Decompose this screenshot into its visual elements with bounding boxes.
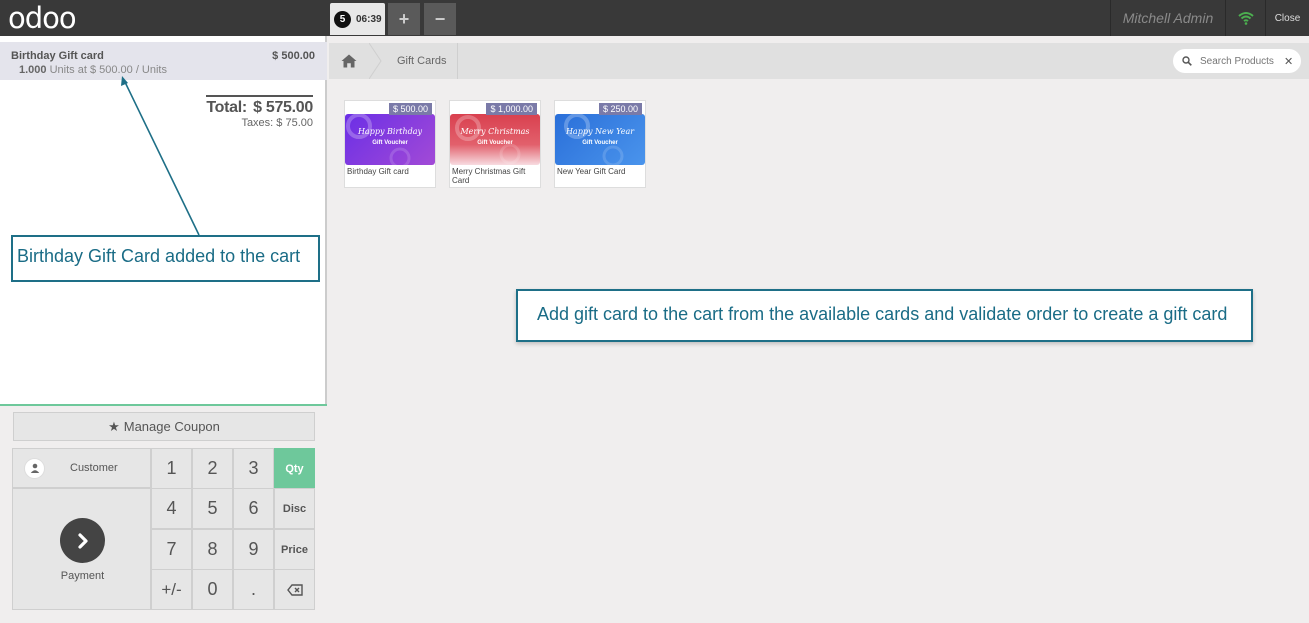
home-icon[interactable] [329, 43, 369, 79]
breadcrumb-gift-cards[interactable]: Gift Cards [383, 43, 458, 79]
order-tab[interactable]: 5 06:39 [330, 3, 385, 35]
annotation-callout-cart: Birthday Gift Card added to the cart [11, 235, 320, 282]
key-4[interactable]: 4 [151, 488, 192, 529]
wifi-icon[interactable] [1225, 0, 1265, 36]
user-icon [24, 457, 45, 479]
customer-label: Customer [70, 462, 118, 474]
manage-coupon-label: Manage Coupon [123, 419, 220, 434]
customer-button[interactable]: Customer [12, 448, 151, 488]
clear-search-icon[interactable]: ✕ [1284, 55, 1293, 68]
key-9[interactable]: 9 [233, 529, 274, 570]
product-name: New Year Gift Card [557, 167, 626, 176]
category-bar: Gift Cards ✕ [329, 43, 1309, 79]
order-time: 06:39 [356, 13, 382, 25]
qty-mode-button[interactable]: Qty [274, 448, 315, 489]
product-price: $ 250.00 [598, 103, 642, 115]
key-plus-minus[interactable]: +/- [151, 569, 192, 610]
disc-mode-button[interactable]: Disc [274, 488, 315, 529]
payment-button[interactable]: Payment [12, 488, 151, 610]
product-card[interactable]: $ 250.00 Happy New Year Gift Voucher New… [554, 100, 646, 188]
key-8[interactable]: 8 [192, 529, 233, 570]
user-name: Mitchell Admin [1110, 0, 1225, 36]
breadcrumb-separator [369, 43, 382, 79]
voucher-title: Happy New Year [565, 127, 635, 136]
control-panel: ★ Manage Coupon Customer Payment 1 2 3 Q… [0, 406, 327, 623]
top-bar: odoo 5 06:39 + − Mitchell Admin Close [0, 0, 1309, 36]
key-0[interactable]: 0 [192, 569, 233, 610]
product-image: Merry Christmas Gift Voucher [450, 114, 540, 165]
product-image: Happy Birthday Gift Voucher [345, 114, 435, 165]
order-number: 5 [334, 10, 351, 28]
numpad: Customer Payment 1 2 3 Qty 4 5 6 Disc 7 … [12, 448, 315, 610]
search-icon [1182, 56, 1192, 66]
backspace-icon [286, 583, 303, 596]
manage-coupon-button[interactable]: ★ Manage Coupon [13, 412, 315, 441]
order-line-price: $ 500.00 [272, 50, 315, 62]
product-card[interactable]: $ 500.00 Happy Birthday Gift Voucher Bir… [344, 100, 436, 188]
order-total: Total: $ 575.00 [206, 95, 313, 117]
key-7[interactable]: 7 [151, 529, 192, 570]
voucher-subtitle: Gift Voucher [582, 140, 618, 146]
order-line[interactable]: Birthday Gift card $ 500.00 1.000 Units … [0, 42, 327, 80]
close-button[interactable]: Close [1265, 0, 1309, 36]
product-card[interactable]: $ 1,000.00 Merry Christmas Gift Voucher … [449, 100, 541, 188]
product-price: $ 500.00 [388, 103, 432, 115]
voucher-subtitle: Gift Voucher [477, 140, 513, 146]
product-name: Birthday Gift card [347, 167, 409, 176]
product-image: Happy New Year Gift Voucher [555, 114, 645, 165]
order-taxes: Taxes: $ 75.00 [241, 117, 313, 129]
product-name: Merry Christmas Gift Card [452, 167, 526, 185]
order-summary: Total: $ 575.00 Taxes: $ 75.00 [206, 95, 313, 129]
key-1[interactable]: 1 [151, 448, 192, 489]
payment-label: Payment [60, 570, 105, 582]
key-2[interactable]: 2 [192, 448, 233, 489]
order-line-detail: 1.000 Units at $ 500.00 / Units [19, 64, 167, 76]
annotation-callout-instructions: Add gift card to the cart from the avail… [516, 289, 1253, 342]
new-order-button[interactable]: + [388, 3, 420, 35]
voucher-title: Happy Birthday [357, 127, 423, 136]
voucher-subtitle: Gift Voucher [372, 140, 408, 146]
order-pane: Birthday Gift card $ 500.00 1.000 Units … [0, 36, 327, 623]
delete-order-button[interactable]: − [424, 3, 456, 35]
key-decimal[interactable]: . [233, 569, 274, 610]
price-mode-button[interactable]: Price [274, 529, 315, 570]
key-6[interactable]: 6 [233, 488, 274, 529]
key-3[interactable]: 3 [233, 448, 274, 489]
odoo-logo: odoo [8, 1, 77, 35]
voucher-title: Merry Christmas [460, 127, 530, 136]
order-line-name: Birthday Gift card [11, 50, 104, 62]
backspace-button[interactable] [274, 569, 315, 610]
search-box[interactable]: ✕ [1173, 49, 1301, 73]
key-5[interactable]: 5 [192, 488, 233, 529]
chevron-right-icon [60, 518, 105, 563]
product-price: $ 1,000.00 [486, 103, 537, 115]
search-input[interactable] [1200, 55, 1280, 67]
star-icon: ★ [108, 418, 120, 434]
